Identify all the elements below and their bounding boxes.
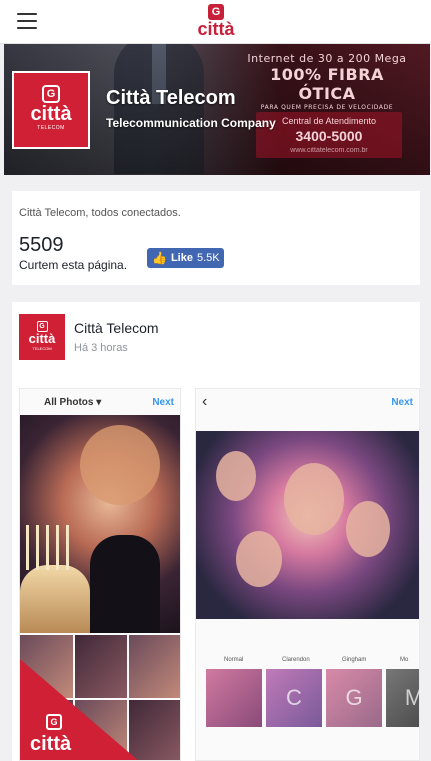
birthday-photo	[20, 415, 180, 633]
menu-icon[interactable]	[17, 13, 37, 29]
post-image-right[interactable]: ‹ Next Normal Clarendon Gingham Mo C G M	[195, 388, 420, 761]
post-image-left[interactable]: All Photos ▾ Next G città	[19, 388, 181, 761]
thumbs-up-icon: 👍	[152, 251, 167, 265]
shot-a-header: All Photos ▾ Next	[20, 389, 180, 415]
like-button-label: Like	[170, 252, 193, 264]
cover-promo-box: Central de Atendimento 3400-5000 www.cit…	[256, 112, 402, 158]
cover-promo: Internet de 30 a 200 Mega 100% FIBRA ÓTI…	[247, 52, 407, 111]
post-card: G città TELECOM Città Telecom Há 3 horas…	[12, 302, 420, 761]
page-avatar[interactable]: G città TELECOM	[12, 71, 90, 149]
back-chevron-icon: ‹	[202, 393, 208, 410]
next-label-b: Next	[391, 397, 413, 408]
filter-strip: C G M	[206, 669, 419, 729]
page-category: Telecommunication Company	[106, 116, 276, 130]
top-bar: G città	[0, 0, 431, 44]
post-author[interactable]: Città Telecom	[74, 320, 159, 336]
next-label-a: Next	[152, 397, 174, 408]
logo-word: città	[197, 19, 235, 39]
likes-label: Curtem esta página.	[19, 258, 128, 272]
page-name[interactable]: Città Telecom	[106, 87, 236, 110]
logo-mark: G	[208, 4, 224, 20]
post-avatar[interactable]: G città TELECOM	[19, 314, 65, 360]
top-logo[interactable]: G città	[194, 4, 238, 42]
selfie-photo	[196, 431, 419, 619]
about-card: Città Telecom, todos conectados. 5509 Cu…	[12, 191, 420, 285]
likes-count: 5509	[19, 234, 64, 256]
shot-b-header: ‹ Next	[196, 389, 419, 415]
like-button-count: 5.5K	[196, 252, 220, 264]
post-timestamp[interactable]: Há 3 horas	[74, 342, 128, 354]
page-tagline: Città Telecom, todos conectados.	[19, 207, 181, 219]
all-photos-label: All Photos ▾	[44, 397, 102, 408]
like-button[interactable]: 👍 Like 5.5K	[147, 248, 224, 268]
